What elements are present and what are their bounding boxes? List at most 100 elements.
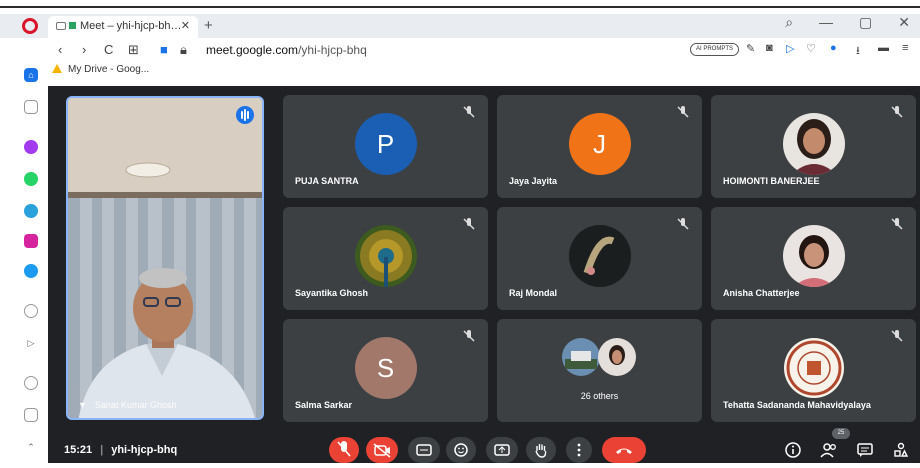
search-tabs-icon[interactable]: ⌕ (785, 14, 793, 31)
participant-tile[interactable]: Raj Mondal (497, 207, 702, 310)
mic-off-button[interactable] (329, 437, 359, 463)
play-icon[interactable]: ▷ (786, 42, 794, 55)
telegram-icon[interactable] (24, 204, 38, 218)
pin-icon[interactable] (24, 100, 38, 114)
maximize-icon[interactable]: ▢ (859, 14, 872, 31)
menu-icon[interactable]: ≡ (902, 42, 908, 54)
presenter-name-text: Sanat Kumar Ghosh (94, 400, 177, 410)
end-call-icon (616, 448, 632, 454)
avatar: J (568, 112, 631, 175)
emoji-icon (454, 443, 468, 457)
captions-button[interactable] (408, 437, 440, 463)
more-icon[interactable]: ⌃ (24, 440, 38, 454)
participant-tile[interactable]: Tehatta Sadananda Mahavidyalaya (711, 319, 916, 422)
account-icon[interactable]: ● (830, 42, 837, 54)
mic-off-icon (891, 330, 903, 342)
snapshot-icon[interactable]: ◙ (766, 42, 773, 54)
lock-icon[interactable]: 🔒︎ (180, 42, 187, 58)
avatar: P (354, 112, 417, 175)
participant-name: PUJA SANTRA (295, 176, 359, 186)
new-tab-icon[interactable]: + (204, 17, 213, 34)
participant-name: Raj Mondal (509, 288, 558, 298)
mic-off-icon (463, 106, 475, 118)
meeting-info-icon[interactable] (784, 441, 802, 459)
address-path: /yhi-hjcp-bhq (298, 43, 367, 57)
participant-tile[interactable]: HOIMONTI BANERJEE (711, 95, 916, 198)
raise-hand-button[interactable] (526, 437, 556, 463)
player-icon[interactable] (24, 304, 38, 318)
opera-logo-icon[interactable] (22, 18, 38, 34)
leave-call-button[interactable] (602, 437, 646, 463)
download-icon[interactable]: ⭳ (856, 42, 860, 61)
minimize-icon[interactable]: — (819, 14, 833, 31)
others-avatars (562, 338, 636, 376)
address-domain: meet.google.com (206, 43, 299, 57)
meeting-time-and-code: 15:21 | yhi-hjcp-bhq (64, 444, 178, 456)
camera-in-use-icon[interactable]: ■ (160, 42, 168, 57)
meeting-time: 15:21 (64, 444, 93, 456)
mic-off-icon (677, 106, 689, 118)
window-top-edge (0, 0, 920, 8)
tab-title: Meet – yhi-hjcp-bh… (80, 20, 182, 32)
present-now-button[interactable] (486, 437, 518, 463)
captions-icon (416, 444, 432, 456)
more-options-button[interactable] (566, 437, 592, 463)
mic-off-icon (463, 218, 475, 230)
heart-icon[interactable]: ♡ (806, 42, 816, 55)
back-icon[interactable]: ‹ (58, 42, 62, 57)
activities-icon[interactable] (892, 441, 910, 459)
speed-dial-icon[interactable]: ⊞ (128, 42, 139, 58)
history-icon[interactable] (24, 408, 38, 422)
tab-list-icon (56, 22, 66, 30)
reactions-button[interactable] (446, 437, 476, 463)
pin-participant-icon[interactable]: ▼ (78, 400, 87, 410)
close-window-icon[interactable]: ✕ (898, 14, 910, 31)
messenger-icon[interactable] (24, 140, 38, 154)
participant-name: Tehatta Sadananda Mahavidyalaya (723, 400, 871, 410)
mic-off-icon (337, 441, 351, 457)
battery-icon[interactable]: ▬ (878, 42, 889, 54)
meet-favicon-icon (69, 22, 76, 29)
close-icon[interactable]: ✕ (181, 19, 190, 32)
participant-name: Sayantika Ghosh (295, 288, 369, 298)
favorites-icon[interactable] (24, 376, 38, 390)
drive-icon (52, 64, 62, 73)
tab-google-meet[interactable]: Meet – yhi-hjcp-bh… ✕ (48, 16, 198, 38)
instagram-icon[interactable] (24, 234, 38, 248)
people-icon[interactable] (820, 441, 838, 459)
avatar: S (354, 336, 417, 399)
participant-name: Jaya Jayita (509, 176, 558, 186)
presenter-tile[interactable]: ▼ Sanat Kumar Ghosh (66, 96, 264, 420)
avatar (354, 224, 417, 287)
meeting-code: yhi-hjcp-bhq (111, 444, 178, 456)
window-controls: ⌕ — ▢ ✕ (785, 14, 910, 31)
avatar (782, 224, 845, 287)
edit-icon[interactable]: ✎ (746, 42, 755, 55)
participant-tile[interactable]: J Jaya Jayita (497, 95, 702, 198)
participant-tile[interactable]: Sayantika Ghosh (283, 207, 488, 310)
reload-icon[interactable]: C (104, 42, 113, 57)
participant-name: HOIMONTI BANERJEE (723, 176, 820, 186)
bookmark-label: My Drive - Goog... (68, 64, 150, 75)
others-label: 26 others (580, 391, 619, 401)
flow-icon[interactable]: ▷ (24, 336, 38, 350)
address-bar[interactable]: meet.google.com/yhi-hjcp-bhq (206, 43, 367, 57)
chat-icon[interactable] (856, 441, 874, 459)
others-tile[interactable]: 26 others (497, 319, 702, 422)
whatsapp-icon[interactable] (24, 172, 38, 186)
participant-tile[interactable]: Anisha Chatterjee (711, 207, 916, 310)
participant-tile[interactable]: P PUJA SANTRA (283, 95, 488, 198)
college-logo (783, 337, 845, 399)
participant-tile[interactable]: S Salma Sarkar (283, 319, 488, 422)
mic-off-icon (891, 218, 903, 230)
camera-off-button[interactable] (366, 437, 398, 463)
avatar (568, 224, 631, 287)
presenter-name: ▼ Sanat Kumar Ghosh (78, 400, 176, 410)
twitter-icon[interactable] (24, 264, 38, 278)
ai-prompts-button[interactable]: AI PROMPTS (690, 43, 740, 56)
home-icon[interactable]: ⌂ (24, 68, 38, 82)
forward-icon[interactable]: › (82, 42, 86, 57)
bookmark-my-drive[interactable]: My Drive - Goog... (52, 64, 149, 80)
participant-name: Anisha Chatterjee (723, 288, 800, 298)
hand-icon (535, 444, 547, 458)
